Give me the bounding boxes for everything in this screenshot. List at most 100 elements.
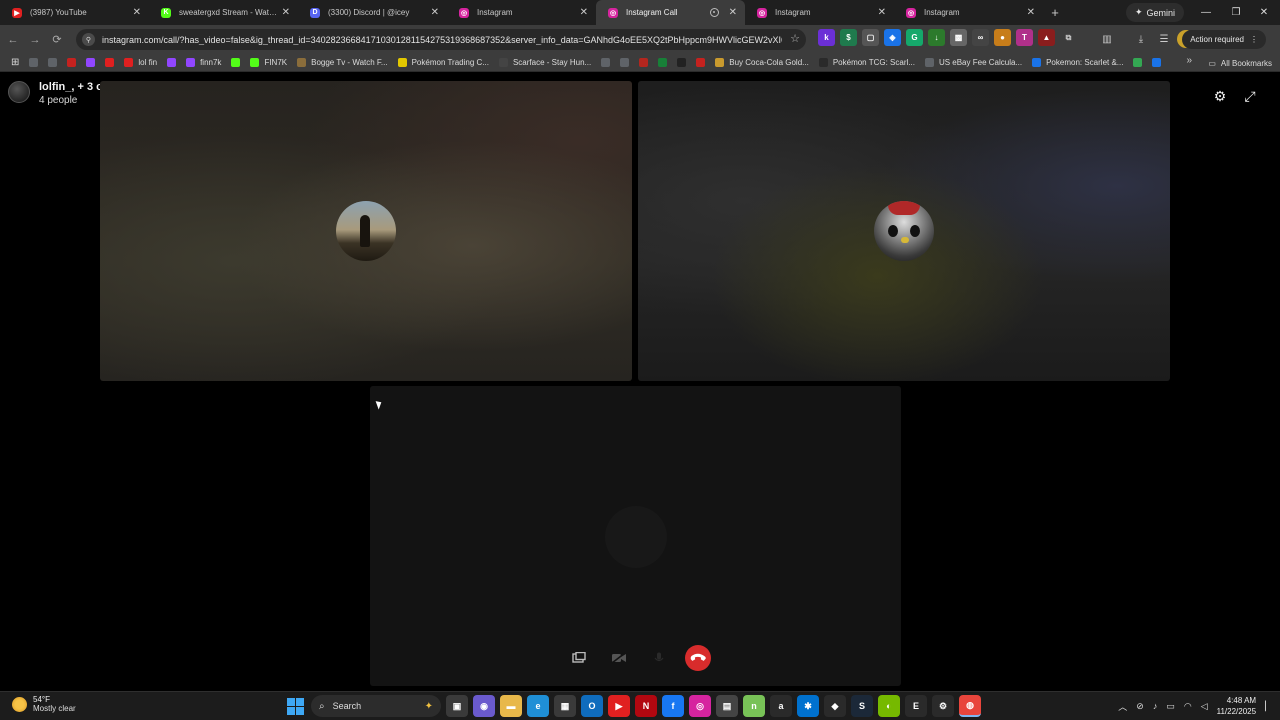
bookmark-item[interactable]: Pokémon TCG: Scarl... (814, 55, 920, 71)
wifi-icon[interactable]: ◠ (1184, 701, 1192, 712)
media-controls-icon[interactable]: ☰ (1155, 30, 1173, 48)
bookmark-item[interactable]: Pokémon Trading C... (393, 55, 494, 71)
all-bookmarks-button[interactable]: ▭ All Bookmarks (1208, 55, 1272, 71)
end-call-icon[interactable] (685, 645, 711, 671)
minimize-button[interactable]: — (1192, 0, 1220, 25)
extension-grammarly-icon[interactable]: G (906, 29, 923, 46)
extension-grid-icon[interactable]: ▩ (950, 29, 967, 46)
fullscreen-expand-icon[interactable]: ⤢ (1241, 87, 1259, 105)
weather-widget[interactable]: 54°F Mostly clear (12, 695, 76, 713)
windows-start-icon[interactable] (284, 695, 306, 717)
bookmark-star-icon[interactable]: ☆ (790, 32, 800, 45)
edge-icon[interactable]: e (527, 695, 549, 717)
bookmark-item[interactable]: finn7k (181, 55, 226, 71)
browser-tab[interactable]: ◎ Instagram ✕ (894, 0, 1043, 25)
browser-tab[interactable]: ▶ (3987) YouTube ✕ (0, 0, 149, 25)
bookmark-item[interactable] (226, 55, 245, 71)
side-panel-icon[interactable]: ▥ (1098, 30, 1116, 48)
site-info-icon[interactable]: ⚲ (82, 33, 95, 46)
roblox-icon[interactable]: ◆ (824, 695, 846, 717)
back-button[interactable]: ← (2, 29, 24, 51)
browser-tab[interactable]: Ksweatergxd Stream - Watch Liv ✕ (149, 0, 298, 25)
steam-icon[interactable]: S (851, 695, 873, 717)
copilot-icon[interactable]: ◉ (473, 695, 495, 717)
bookmark-item[interactable] (691, 55, 710, 71)
bookmark-item[interactable]: lol fin (119, 55, 162, 71)
netflix-icon[interactable]: N (635, 695, 657, 717)
gemini-button[interactable]: ✦ Gemini (1125, 3, 1184, 22)
file-explorer-icon[interactable]: ▬ (500, 695, 522, 717)
bookmark-item[interactable] (100, 55, 119, 71)
epic-icon[interactable]: E (905, 695, 927, 717)
share-screen-icon[interactable] (565, 644, 593, 672)
youtube-icon[interactable]: ▶ (608, 695, 630, 717)
video-off-icon[interactable] (605, 644, 633, 672)
close-tab-icon[interactable]: ✕ (1027, 7, 1035, 18)
bookmark-item[interactable] (653, 55, 672, 71)
browser-tab[interactable]: D (3300) Discord | @icey ✕ (298, 0, 447, 25)
bookmark-item[interactable] (615, 55, 634, 71)
extensions-puzzle-icon[interactable]: ⧉ (1060, 29, 1077, 46)
extension-red-icon[interactable]: ▲ (1038, 29, 1055, 46)
extension-pink-icon[interactable]: T (1016, 29, 1033, 46)
close-tab-icon[interactable]: ✕ (729, 7, 737, 18)
bookmark-item[interactable] (24, 55, 43, 71)
bookmark-item[interactable]: Bogge Tv - Watch F... (292, 55, 392, 71)
extension-blue-icon[interactable]: ◈ (884, 29, 901, 46)
extension-k-icon[interactable]: k (818, 29, 835, 46)
notification-bell-icon[interactable]: ▏ (1265, 701, 1272, 712)
clock[interactable]: 4:48 AM 11/22/2025 (1217, 695, 1256, 717)
bookmark-item[interactable]: FIN7K (245, 55, 292, 71)
settings-icon[interactable]: ⚙ (932, 695, 954, 717)
bookmark-item[interactable]: Buy Coca-Cola Gold... (710, 55, 814, 71)
bookmark-item[interactable] (634, 55, 653, 71)
close-tab-icon[interactable]: ✕ (580, 7, 588, 18)
reload-button[interactable]: ⟳ (46, 29, 68, 51)
extension-orange-icon[interactable]: ● (994, 29, 1011, 46)
extension-gray-icon[interactable]: ▢ (862, 29, 879, 46)
apps-grid-icon[interactable]: ⊞ (6, 55, 24, 71)
bookmark-item[interactable] (62, 55, 81, 71)
close-window-button[interactable]: ✕ (1250, 0, 1278, 25)
browser-tab[interactable]: ◎ Instagram ✕ (447, 0, 596, 25)
network-off-icon[interactable]: ⊘ (1136, 701, 1144, 712)
store-icon[interactable]: ▦ (554, 695, 576, 717)
amazon-icon[interactable]: a (770, 695, 792, 717)
instagram-icon[interactable]: ◎ (689, 695, 711, 717)
extension-glasses-icon[interactable]: ∞ (972, 29, 989, 46)
browser-tab[interactable]: ◎ Instagram ✕ (745, 0, 894, 25)
bookmark-item[interactable] (81, 55, 100, 71)
bookmark-item[interactable] (596, 55, 615, 71)
restore-button[interactable]: ❐ (1222, 0, 1250, 25)
extension-download-icon[interactable]: ↓ (928, 29, 945, 46)
close-tab-icon[interactable]: ✕ (282, 7, 290, 18)
bookmark-item[interactable]: Pokemon: Scarlet &... (1027, 55, 1128, 71)
extension-honey-icon[interactable]: $ (840, 29, 857, 46)
display-icon[interactable]: ▭ (1166, 701, 1175, 712)
bookmark-item[interactable] (1128, 55, 1147, 71)
clapper-icon[interactable]: ▤ (716, 695, 738, 717)
app-n-icon[interactable]: n (743, 695, 765, 717)
forward-button[interactable]: → (24, 29, 46, 51)
bookmark-item[interactable]: Scarface - Stay Hun... (494, 55, 596, 71)
chrome-icon[interactable]: ◍ (959, 695, 981, 717)
microphone-icon[interactable]: ♪ (1153, 701, 1158, 711)
action-required-button[interactable]: Action required ⋮ (1182, 30, 1266, 49)
close-tab-icon[interactable]: ✕ (431, 7, 439, 18)
browser-tab[interactable]: ◎ Instagram Call ✕ (596, 0, 745, 25)
walmart-icon[interactable]: ✱ (797, 695, 819, 717)
bookmark-item[interactable]: US eBay Fee Calcula... (920, 55, 1027, 71)
outlook-icon[interactable]: O (581, 695, 603, 717)
taskbar-search[interactable]: ⌕ Search ✦ (311, 695, 441, 717)
nvidia-icon[interactable]: ◐ (878, 695, 900, 717)
new-tab-button[interactable]: + (1043, 0, 1067, 25)
call-settings-gear-icon[interactable]: ⚙ (1211, 87, 1229, 105)
address-bar[interactable]: ⚲ instagram.com/call/?has_video=false&ig… (76, 29, 806, 50)
downloads-icon[interactable]: ⤓ (1132, 30, 1150, 48)
bookmarks-overflow-icon[interactable]: » (1186, 55, 1192, 66)
volume-icon[interactable]: ◁ (1201, 701, 1208, 712)
bookmark-item[interactable] (43, 55, 62, 71)
bookmark-item[interactable] (162, 55, 181, 71)
close-tab-icon[interactable]: ✕ (878, 7, 886, 18)
tray-overflow-icon[interactable]: ︿ (1118, 700, 1127, 713)
